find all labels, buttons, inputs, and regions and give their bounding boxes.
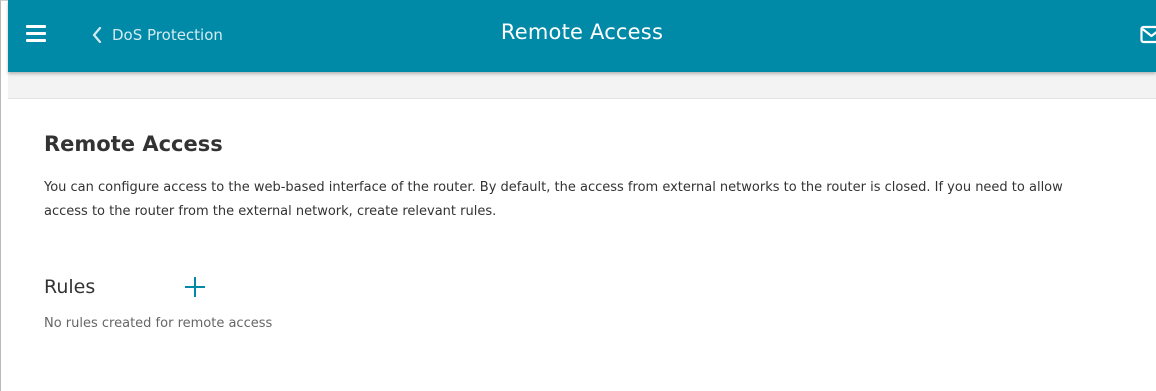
rules-empty-message: No rules created for remote access <box>44 316 273 331</box>
sub-header-strip <box>8 72 1156 99</box>
section-description: You can configure access to the web-base… <box>44 180 1063 219</box>
mail-icon[interactable] <box>1140 25 1156 45</box>
add-rule-button[interactable] <box>180 272 210 302</box>
rules-header: Rules <box>44 270 210 304</box>
header-title: Remote Access <box>500 20 664 44</box>
top-bar: DoS Protection Remote Access <box>8 0 1156 72</box>
plus-icon <box>185 277 205 297</box>
rules-title: Rules <box>44 276 96 298</box>
section-title: Remote Access <box>44 132 223 156</box>
main-content: Remote Access You can configure access t… <box>44 130 1124 224</box>
